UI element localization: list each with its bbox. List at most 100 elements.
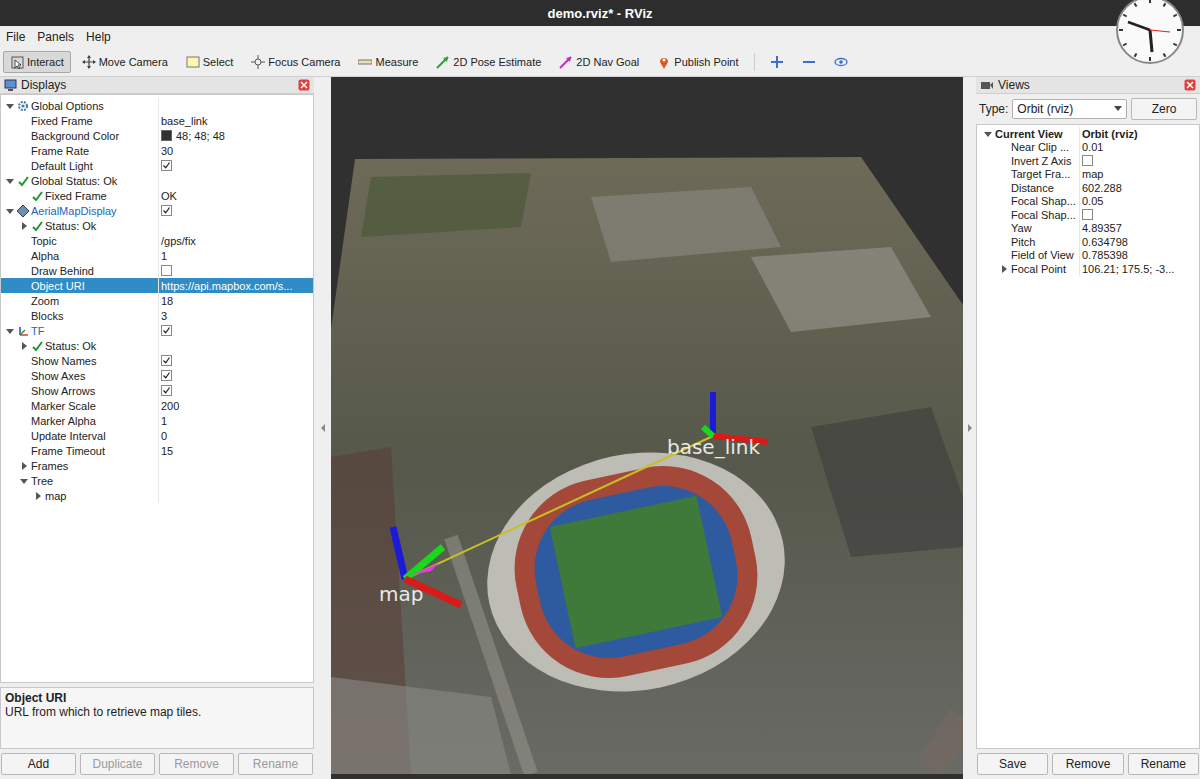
tree-row[interactable]: Fixed FrameOK: [1, 188, 313, 203]
tree-row[interactable]: AerialMapDisplay: [1, 203, 313, 218]
tree-row[interactable]: Zoom18: [1, 293, 313, 308]
row-value-cell[interactable]: [158, 353, 313, 368]
row-value-cell[interactable]: https://api.mapbox.com/s...: [158, 278, 313, 293]
panel-button[interactable]: Add: [1, 753, 76, 775]
checkbox[interactable]: [161, 265, 172, 276]
property-row[interactable]: Field of View0.785398: [977, 249, 1199, 263]
zero-button[interactable]: Zero: [1131, 98, 1197, 120]
row-value-cell[interactable]: [158, 218, 313, 233]
tree-row[interactable]: Show Arrows: [1, 383, 313, 398]
row-value-cell[interactable]: [158, 173, 313, 188]
splitter[interactable]: [314, 77, 331, 779]
property-row[interactable]: Current ViewOrbit (rviz): [977, 127, 1199, 141]
splitter[interactable]: [963, 77, 976, 779]
property-row[interactable]: Focal Point106.21; 175.5; -3...: [977, 262, 1199, 276]
row-value-cell[interactable]: 0: [158, 428, 313, 443]
tool-button[interactable]: [763, 51, 791, 73]
row-value-cell[interactable]: [158, 158, 313, 173]
panel-button[interactable]: Remove: [1052, 753, 1123, 775]
checkbox[interactable]: [1082, 209, 1093, 220]
property-row[interactable]: Target Fra...map: [977, 168, 1199, 182]
row-value-cell[interactable]: 200: [158, 398, 313, 413]
row-value-cell[interactable]: [158, 338, 313, 353]
tree-row[interactable]: map: [1, 488, 313, 503]
row-value-cell[interactable]: 1: [158, 248, 313, 263]
row-value-cell[interactable]: 30: [158, 143, 313, 158]
panel-button[interactable]: Rename: [1128, 753, 1199, 775]
property-value-cell[interactable]: 4.89357: [1079, 222, 1199, 236]
row-value-cell[interactable]: 1: [158, 413, 313, 428]
checkbox[interactable]: [161, 325, 172, 336]
row-value-cell[interactable]: [158, 458, 313, 473]
property-row[interactable]: Near Clip ...0.01: [977, 141, 1199, 155]
tree-row[interactable]: Frame Timeout15: [1, 443, 313, 458]
checkbox[interactable]: [161, 205, 172, 216]
row-value-cell[interactable]: /gps/fix: [158, 233, 313, 248]
checkbox[interactable]: [161, 160, 172, 171]
tool-button[interactable]: [795, 51, 823, 73]
tree-row[interactable]: Marker Scale200: [1, 398, 313, 413]
tree-row[interactable]: Status: Ok: [1, 338, 313, 353]
tree-row[interactable]: Object URIhttps://api.mapbox.com/s...: [1, 278, 313, 293]
tree-row[interactable]: Frame Rate30: [1, 143, 313, 158]
menu-item[interactable]: Help: [86, 30, 111, 44]
tree-row[interactable]: Tree: [1, 473, 313, 488]
menu-item[interactable]: Panels: [37, 30, 74, 44]
property-row[interactable]: Pitch0.634798: [977, 235, 1199, 249]
tool-button[interactable]: Select: [179, 51, 241, 73]
tool-button[interactable]: Measure: [351, 51, 425, 73]
tree-row[interactable]: Fixed Framebase_link: [1, 113, 313, 128]
tree-row[interactable]: Global Options: [1, 98, 313, 113]
row-value-cell[interactable]: 15: [158, 443, 313, 458]
property-value-cell[interactable]: 602.288: [1079, 181, 1199, 195]
tree-row[interactable]: Frames: [1, 458, 313, 473]
render-viewport[interactable]: base_linkmap: [331, 77, 963, 779]
row-value-cell[interactable]: [158, 383, 313, 398]
property-row[interactable]: Yaw4.89357: [977, 222, 1199, 236]
tree-row[interactable]: Show Axes: [1, 368, 313, 383]
tree-row[interactable]: Global Status: Ok: [1, 173, 313, 188]
property-value-cell[interactable]: 0.785398: [1079, 249, 1199, 263]
tree-row[interactable]: TF: [1, 323, 313, 338]
tool-button[interactable]: [827, 51, 855, 73]
property-row[interactable]: Invert Z Axis: [977, 154, 1199, 168]
view-type-dropdown[interactable]: Orbit (rviz): [1012, 99, 1127, 119]
tool-button[interactable]: 2D Pose Estimate: [429, 51, 548, 73]
row-value-cell[interactable]: [158, 263, 313, 278]
tree-row[interactable]: Blocks3: [1, 308, 313, 323]
row-value-cell[interactable]: [158, 323, 313, 338]
tool-button[interactable]: Focus Camera: [244, 51, 347, 73]
property-value-cell[interactable]: map: [1079, 168, 1199, 182]
row-value-cell[interactable]: [158, 368, 313, 383]
property-value-cell[interactable]: 0.634798: [1079, 235, 1199, 249]
row-value-cell[interactable]: 18: [158, 293, 313, 308]
row-value-cell[interactable]: [158, 488, 313, 503]
property-value-cell[interactable]: 0.05: [1079, 195, 1199, 209]
property-row[interactable]: Focal Shap...: [977, 208, 1199, 222]
tool-button[interactable]: Move Camera: [75, 51, 175, 73]
panel-button[interactable]: Save: [977, 753, 1048, 775]
row-value-cell[interactable]: [158, 473, 313, 488]
row-value-cell[interactable]: [158, 203, 313, 218]
property-value-cell[interactable]: [1079, 208, 1199, 222]
property-value-cell[interactable]: 106.21; 175.5; -3...: [1079, 262, 1199, 276]
property-value-cell[interactable]: 0.01: [1079, 141, 1199, 155]
tree-row[interactable]: Show Names: [1, 353, 313, 368]
row-value-cell[interactable]: 48; 48; 48: [158, 128, 313, 143]
tree-row[interactable]: Default Light: [1, 158, 313, 173]
tool-button[interactable]: 2D Nav Goal: [552, 51, 646, 73]
tool-button[interactable]: Publish Point: [650, 51, 745, 73]
menu-item[interactable]: File: [6, 30, 25, 44]
checkbox[interactable]: [161, 355, 172, 366]
tree-row[interactable]: Alpha1: [1, 248, 313, 263]
property-row[interactable]: Focal Shap...0.05: [977, 195, 1199, 209]
checkbox[interactable]: [161, 370, 172, 381]
tree-row[interactable]: Draw Behind: [1, 263, 313, 278]
row-value-cell[interactable]: 3: [158, 308, 313, 323]
tree-row[interactable]: Topic/gps/fix: [1, 233, 313, 248]
property-value-cell[interactable]: [1079, 154, 1199, 168]
property-row[interactable]: Distance602.288: [977, 181, 1199, 195]
tool-button[interactable]: Interact: [3, 51, 71, 73]
row-value-cell[interactable]: OK: [158, 188, 313, 203]
tree-row[interactable]: Update Interval0: [1, 428, 313, 443]
